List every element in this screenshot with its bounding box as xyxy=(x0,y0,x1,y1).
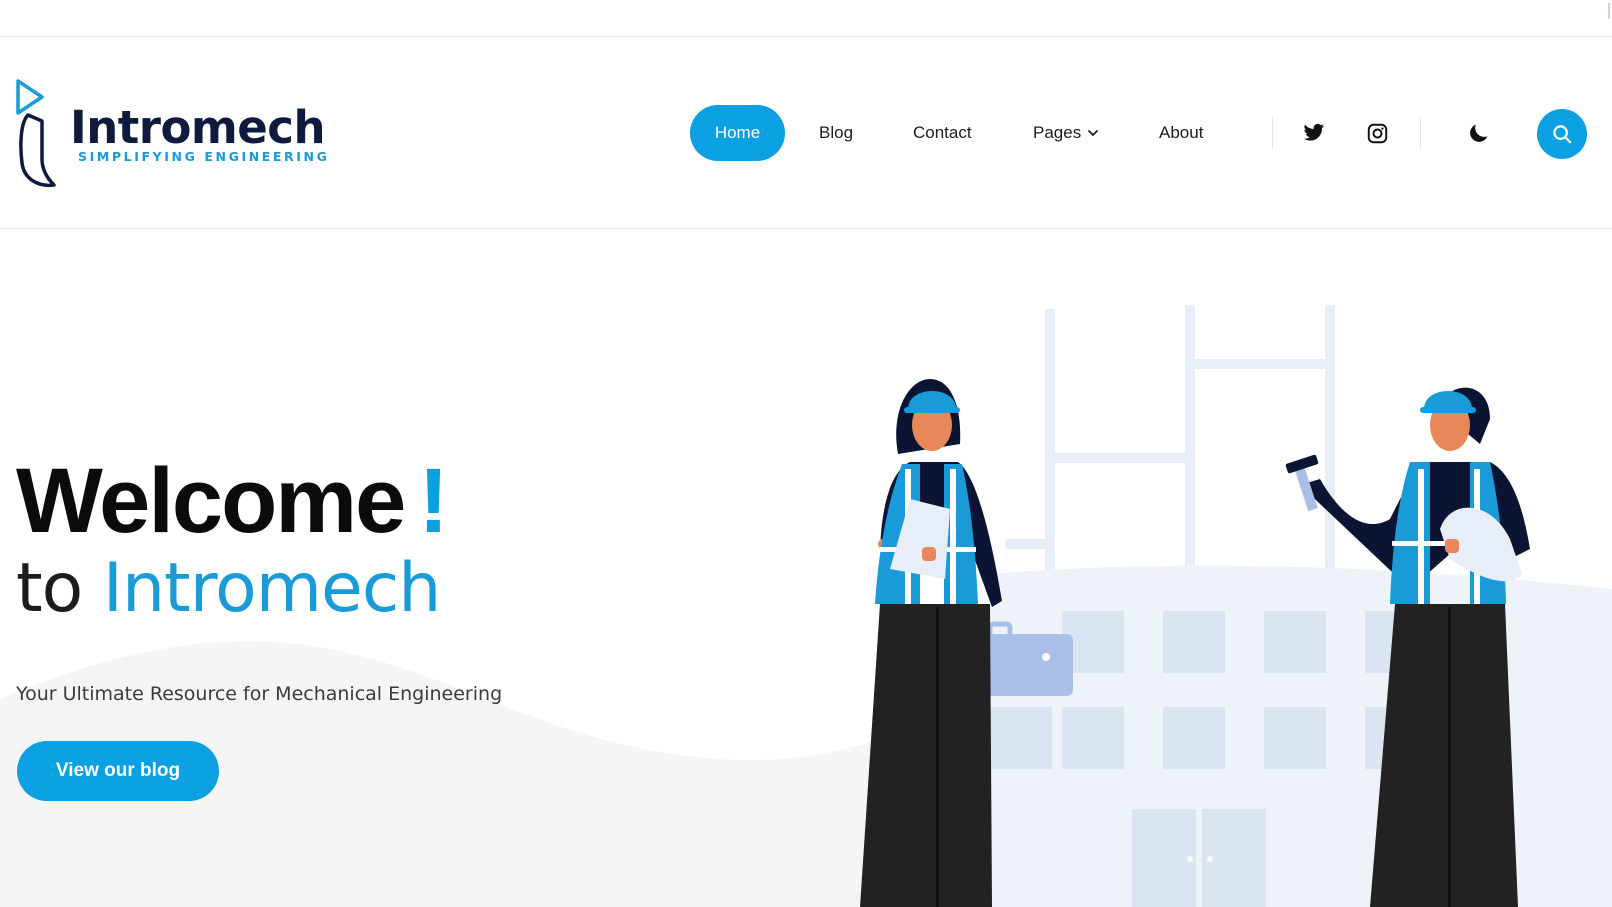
main-nav: Home Blog Contact Pages About xyxy=(0,37,1612,228)
hero-welcome-text: Welcome xyxy=(16,450,406,552)
nav-contact[interactable]: Contact xyxy=(913,105,972,161)
worker-woman-figure xyxy=(860,379,1002,907)
hero-brand-text: Intromech xyxy=(102,549,441,628)
building-background xyxy=(990,305,1612,907)
top-bar xyxy=(0,0,1612,37)
nav-home[interactable]: Home xyxy=(690,105,785,161)
scrollbar-indicator xyxy=(1608,3,1610,19)
hero-heading: Welcome! xyxy=(16,455,449,547)
hero-subheading: to Intromech xyxy=(16,555,441,623)
nav-pages[interactable]: Pages xyxy=(1033,105,1099,161)
instagram-link[interactable] xyxy=(1361,117,1393,149)
search-button[interactable] xyxy=(1537,109,1587,159)
twitter-link[interactable] xyxy=(1298,117,1330,149)
nav-blog[interactable]: Blog xyxy=(819,105,853,161)
search-icon xyxy=(1553,125,1572,144)
twitter-icon xyxy=(1303,123,1325,141)
chevron-down-icon xyxy=(1088,130,1099,136)
engineers-illustration xyxy=(860,305,1612,907)
instagram-icon xyxy=(1367,123,1387,143)
hero-exclamation: ! xyxy=(418,450,449,552)
view-blog-button[interactable]: View our blog xyxy=(17,741,219,801)
nav-about[interactable]: About xyxy=(1159,105,1203,161)
toolbox-icon xyxy=(978,621,1073,696)
hero-section: Welcome! to Intromech Your Ultimate Reso… xyxy=(0,229,1612,907)
moon-icon xyxy=(1470,124,1488,142)
nav-divider xyxy=(1420,117,1421,149)
hero-to-text: to xyxy=(16,549,83,628)
theme-toggle[interactable] xyxy=(1463,117,1495,149)
nav-divider xyxy=(1272,117,1273,149)
hero-tagline: Your Ultimate Resource for Mechanical En… xyxy=(16,683,503,705)
site-header: Intromech SIMPLIFYING ENGINEERING Home B… xyxy=(0,37,1612,229)
nav-pages-label: Pages xyxy=(1033,123,1082,142)
